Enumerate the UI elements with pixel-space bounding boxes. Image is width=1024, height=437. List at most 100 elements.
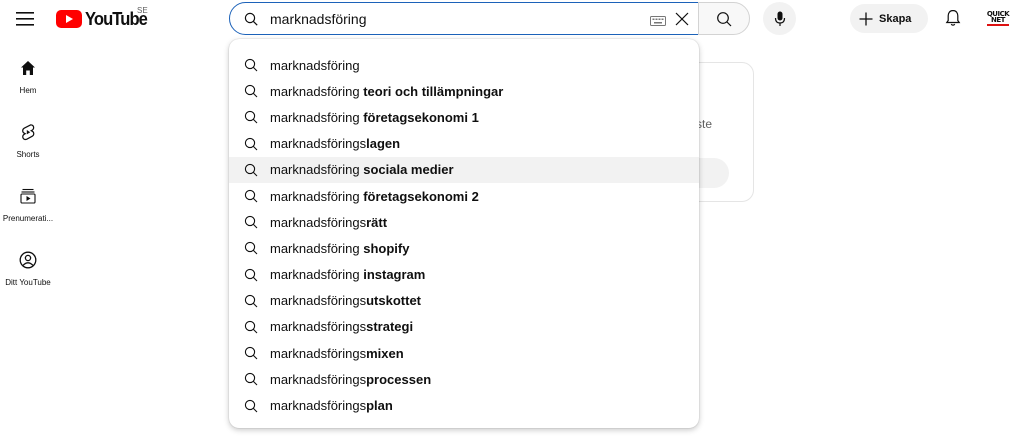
sidebar-item-home[interactable]: Hem	[0, 48, 56, 112]
suggestion-item[interactable]: marknadsföring shopify	[229, 235, 699, 261]
suggestion-item[interactable]: marknadsföringslagen	[229, 131, 699, 157]
suggestion-typed-part: marknadsföring	[270, 109, 364, 125]
suggestion-item[interactable]: marknadsföring sociala medier	[229, 156, 699, 183]
suggestion-item[interactable]: marknadsföring företagsekonomi 2	[229, 183, 699, 209]
microphone-icon	[774, 11, 785, 26]
suggestion-item[interactable]: marknadsföring företagsekonomi 1	[229, 104, 699, 130]
suggestion-text: marknadsföringslagen	[270, 136, 400, 151]
suggestion-typed-part: marknadsföring	[270, 162, 364, 178]
search-icon	[244, 11, 260, 27]
sidebar-item-label: Shorts	[16, 150, 40, 159]
suggestion-text: marknadsföringsplan	[270, 398, 393, 413]
suggestion-typed-part: marknadsförings	[270, 293, 367, 309]
sidebar-item-label: Ditt YouTube	[5, 278, 51, 287]
search-icon	[244, 110, 258, 124]
suggestion-text: marknadsföringsprocessen	[270, 372, 431, 387]
keyboard-icon[interactable]	[650, 13, 666, 26]
hamburger-menu-icon[interactable]	[14, 8, 36, 30]
suggestion-text: marknadsföringsutskottet	[270, 293, 421, 308]
suggestion-text: marknadsföringsstrategi	[270, 319, 413, 334]
search-icon	[244, 294, 258, 308]
avatar-text: QUICK NET	[986, 9, 1010, 24]
suggestion-text: marknadsföring teori och tillämpningar	[270, 84, 503, 99]
create-label: Skapa	[879, 12, 912, 25]
suggestion-typed-part: marknadsförings	[270, 136, 367, 152]
suggestion-completion: företagsekonomi 2	[363, 188, 479, 204]
suggestion-text: marknadsföring sociala medier	[270, 162, 454, 177]
suggestion-text: marknadsföring instagram	[270, 267, 425, 282]
suggestion-item[interactable]: marknadsföring instagram	[229, 262, 699, 288]
search-suggestions: marknadsföring marknadsföring teori och t…	[229, 39, 699, 428]
search-icon	[244, 268, 258, 282]
search-box[interactable]	[229, 2, 699, 35]
search-button[interactable]	[698, 2, 750, 35]
suggestion-item[interactable]: marknadsföringsutskottet	[229, 288, 699, 314]
search-icon	[244, 320, 258, 334]
close-icon[interactable]	[672, 9, 692, 29]
suggestion-completion: lagen	[366, 136, 401, 152]
suggestion-text: marknadsföring företagsekonomi 1	[270, 110, 479, 125]
avatar-accent	[987, 23, 1009, 26]
suggestion-typed-part: marknadsförings	[270, 398, 367, 414]
search-icon	[244, 137, 258, 151]
sidebar-item-shorts[interactable]: Shorts	[0, 112, 56, 176]
search-icon	[244, 215, 258, 229]
suggestion-text: marknadsföring företagsekonomi 2	[270, 189, 479, 204]
suggestion-completion: plan	[366, 398, 393, 414]
suggestion-completion: sociala medier	[363, 162, 454, 178]
suggestion-typed-part: marknadsföring	[270, 188, 364, 204]
suggestion-typed-part: marknadsföring	[270, 267, 364, 283]
suggestion-text: marknadsföringsrätt	[270, 215, 387, 230]
subscriptions-icon	[18, 186, 38, 206]
suggestion-item[interactable]: marknadsföringsrätt	[229, 209, 699, 235]
suggestion-typed-part: marknadsförings	[270, 371, 367, 387]
bell-icon[interactable]	[943, 8, 963, 28]
sidebar-item-subscriptions[interactable]: Prenumerati...	[0, 176, 56, 240]
suggestion-text: marknadsföring	[270, 58, 360, 73]
sidebar-item-you[interactable]: Ditt YouTube	[0, 240, 56, 304]
suggestion-item[interactable]: marknadsföring teori och tillämpningar	[229, 78, 699, 104]
suggestion-completion: rätt	[366, 214, 388, 230]
search-icon	[244, 372, 258, 386]
suggestion-item[interactable]: marknadsföring	[229, 52, 699, 78]
suggestion-completion: shopify	[363, 240, 410, 256]
suggestion-typed-part: marknadsförings	[270, 214, 367, 230]
create-button[interactable]: Skapa	[850, 4, 928, 33]
search-icon	[244, 346, 258, 360]
masthead: YouTube SE Skapa QUICK NET	[0, 0, 1024, 36]
avatar[interactable]: QUICK NET	[984, 8, 1012, 28]
search-icon	[244, 58, 258, 72]
country-code: SE	[137, 6, 148, 15]
search-icon	[244, 399, 258, 413]
sidebar-item-label: Prenumerati...	[2, 214, 54, 223]
home-icon	[18, 58, 38, 78]
suggestion-completion: strategi	[366, 319, 414, 335]
search-icon	[244, 84, 258, 98]
suggestion-item[interactable]: marknadsföringsplan	[229, 392, 699, 418]
suggestion-text: marknadsföringsmixen	[270, 346, 404, 361]
search-icon	[244, 189, 258, 203]
sidebar-item-label: Hem	[19, 86, 37, 95]
suggestion-text: marknadsföring shopify	[270, 241, 409, 256]
mini-guide: Hem Shorts Prenumerati... Ditt YouTube	[0, 48, 56, 304]
suggestion-completion: instagram	[363, 267, 426, 283]
search-icon	[717, 11, 732, 26]
search-icon	[244, 241, 258, 255]
suggestion-typed-part: marknadsförings	[270, 345, 367, 361]
suggestion-typed-part: marknadsföring	[270, 57, 360, 73]
suggestion-item[interactable]: marknadsföringsmixen	[229, 340, 699, 366]
suggestion-completion: mixen	[366, 345, 404, 361]
suggestion-completion: teori och tillämpningar	[363, 83, 504, 99]
suggestion-completion: utskottet	[366, 293, 421, 309]
suggestion-typed-part: marknadsföring	[270, 240, 364, 256]
suggestion-item[interactable]: marknadsföringsstrategi	[229, 314, 699, 340]
voice-search-button[interactable]	[763, 2, 796, 35]
suggestion-typed-part: marknadsförings	[270, 319, 367, 335]
youtube-play-icon	[56, 10, 82, 28]
suggestion-completion: företagsekonomi 1	[363, 109, 479, 125]
search-icon	[244, 163, 258, 177]
account-icon	[18, 250, 38, 270]
suggestion-list: marknadsföring marknadsföring teori och t…	[229, 52, 699, 419]
search-input[interactable]	[270, 10, 640, 27]
suggestion-item[interactable]: marknadsföringsprocessen	[229, 366, 699, 392]
